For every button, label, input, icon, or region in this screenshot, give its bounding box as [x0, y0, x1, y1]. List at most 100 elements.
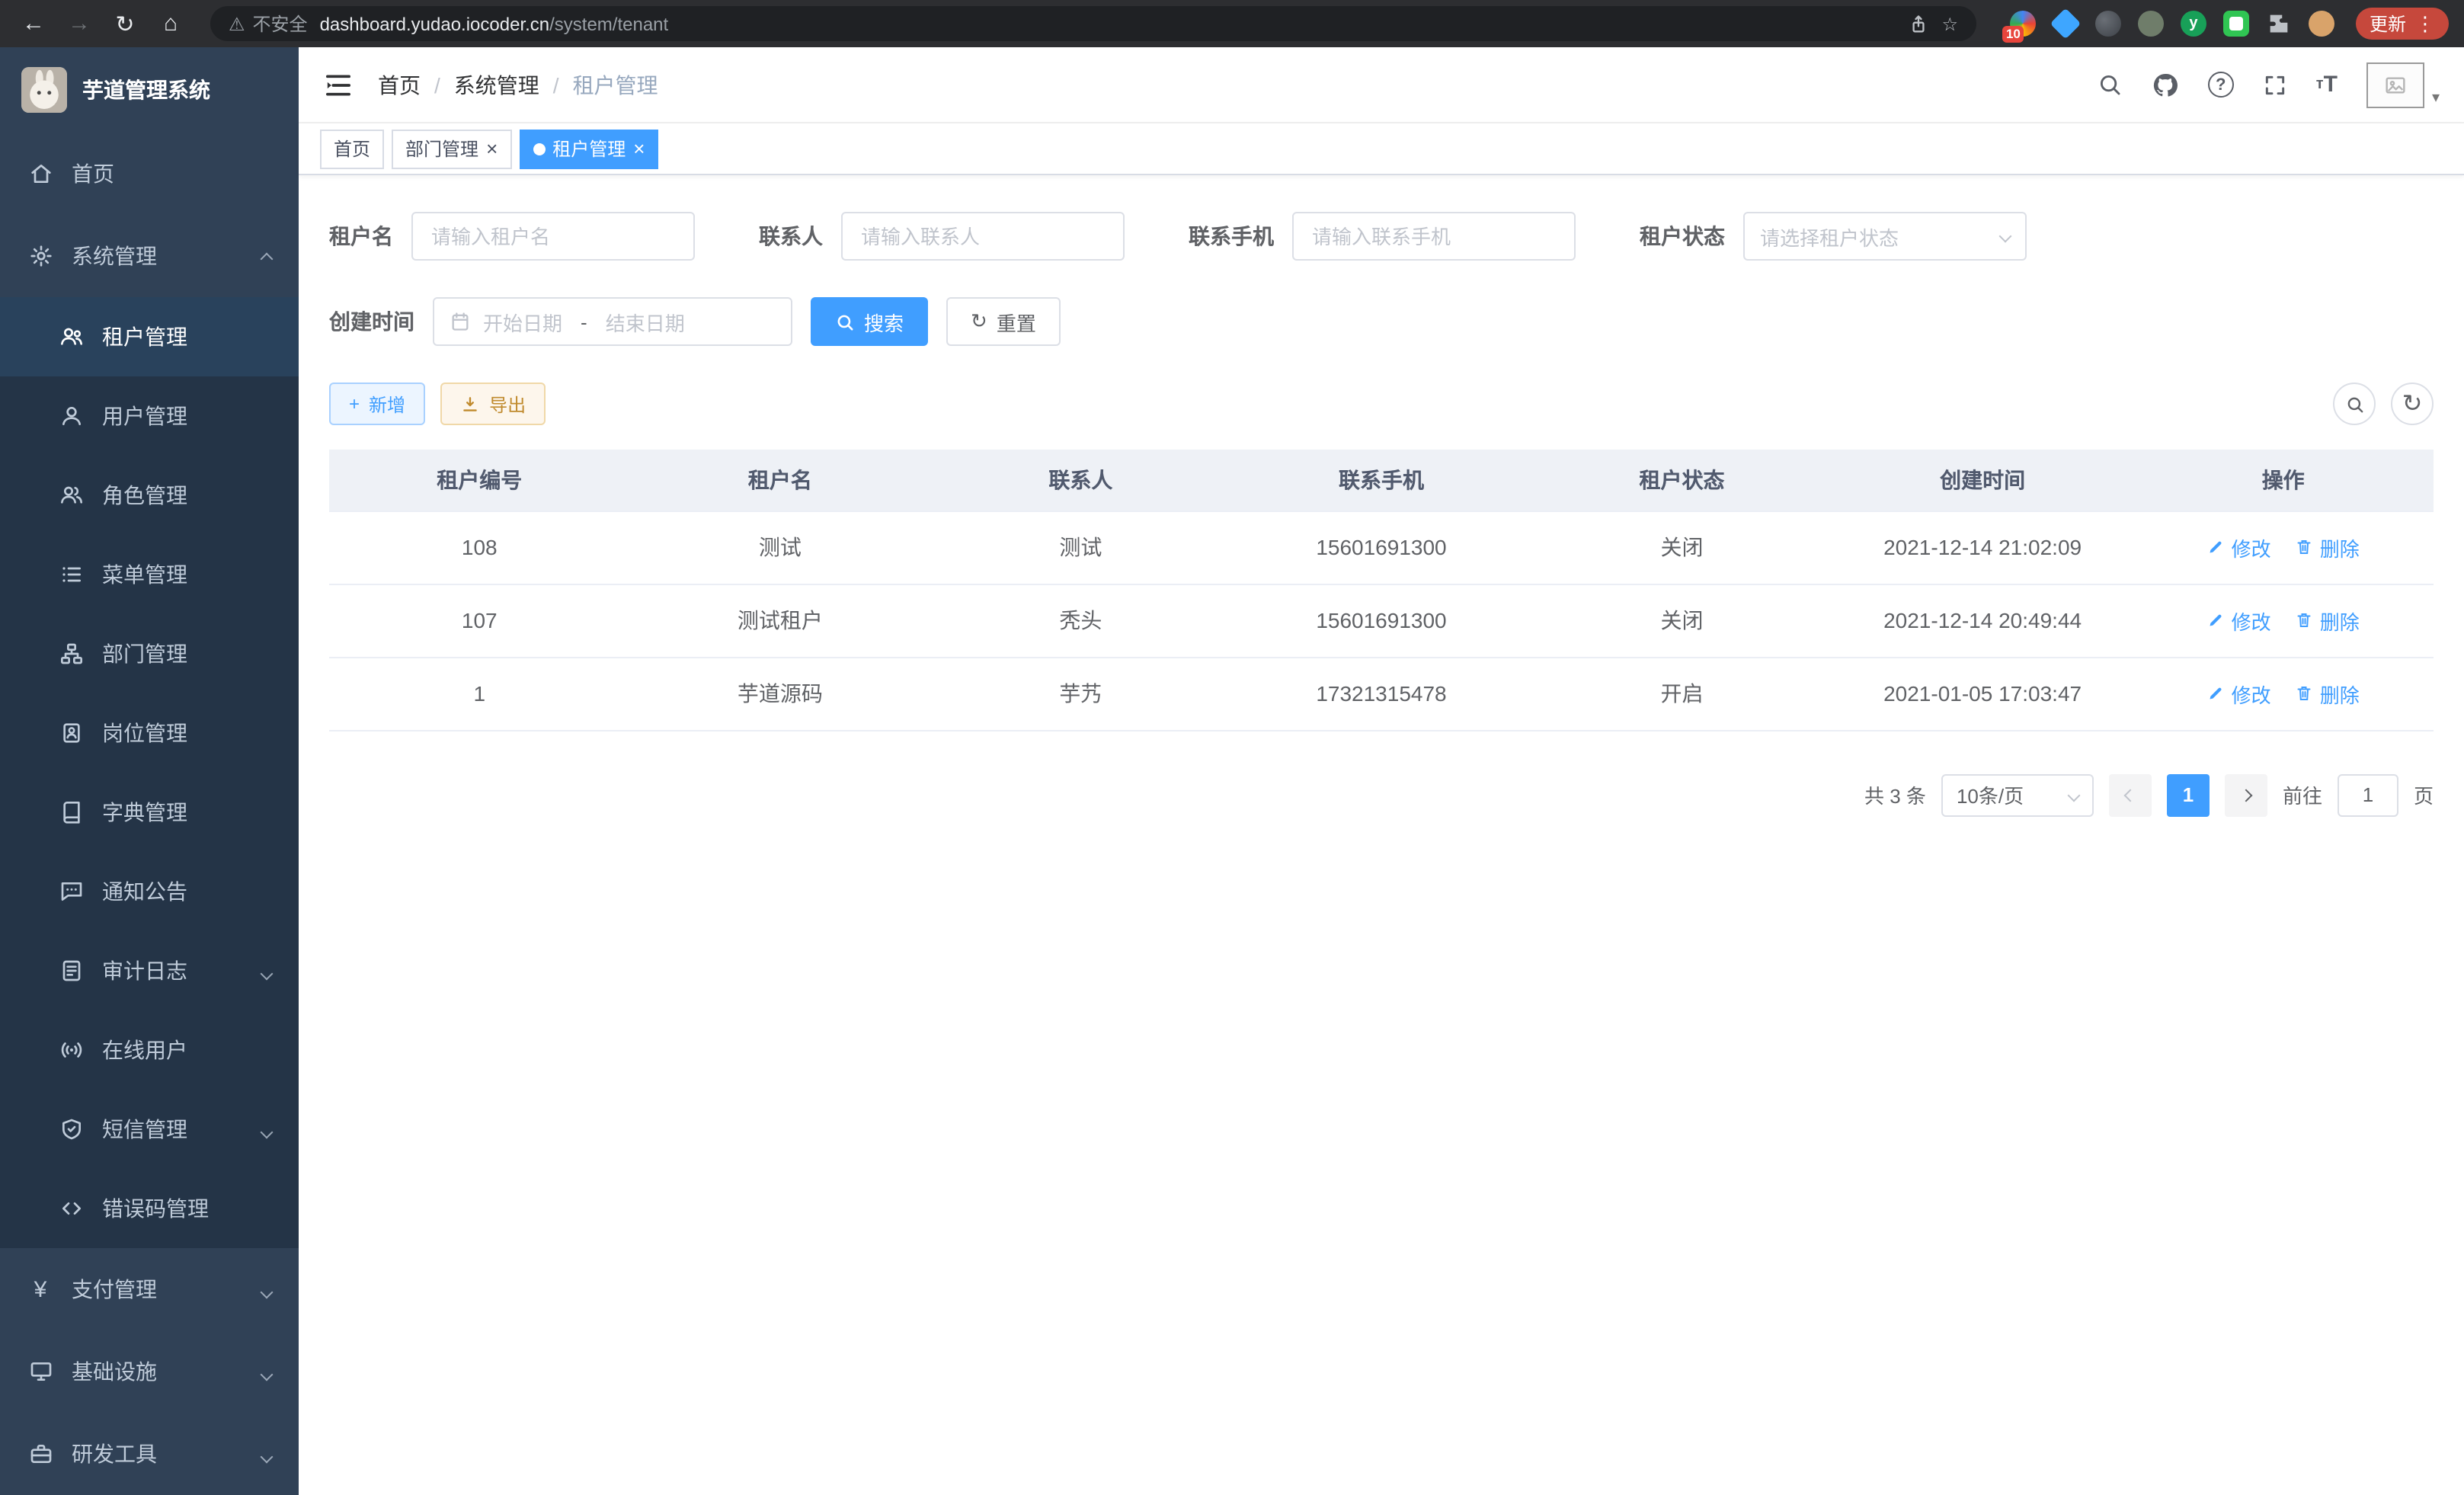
sidebar-item-devtools[interactable]: 研发工具 — [0, 1413, 299, 1495]
sidebar-item-posts[interactable]: 岗位管理 — [0, 693, 299, 773]
edit-link[interactable]: 修改 — [2207, 679, 2271, 708]
sidebar-item-error-codes[interactable]: 错误码管理 — [0, 1169, 299, 1248]
page-size-select[interactable]: 10条/页 — [1941, 773, 2094, 816]
update-label: 更新 — [2370, 11, 2406, 37]
contact-input[interactable] — [841, 212, 1125, 261]
dictionary-icon — [58, 799, 84, 825]
gear-icon — [27, 243, 53, 269]
main-panel: 首页 / 系统管理 / 租户管理 ? — [299, 47, 2464, 1495]
share-icon[interactable] — [1908, 13, 1929, 34]
cell-created: 2021-12-14 20:49:44 — [1832, 584, 2133, 657]
delete-link[interactable]: 删除 — [2296, 606, 2360, 635]
home-icon[interactable]: ⌂ — [152, 5, 189, 42]
delete-link[interactable]: 删除 — [2296, 533, 2360, 562]
field-label: 联系手机 — [1189, 221, 1274, 251]
sidebar-toggle-icon[interactable] — [323, 69, 354, 100]
github-icon[interactable] — [2152, 71, 2179, 98]
font-size-icon[interactable]: тT — [2316, 72, 2338, 98]
puzzle-icon[interactable] — [2266, 11, 2292, 37]
date-end-placeholder: 结束日期 — [606, 307, 685, 336]
tenant-name-input[interactable] — [411, 212, 695, 261]
edit-link[interactable]: 修改 — [2207, 533, 2271, 562]
phone-input[interactable] — [1292, 212, 1576, 261]
sidebar-logo-row[interactable]: 芋道管理系统 — [0, 47, 299, 133]
tenant-table: 租户编号 租户名 联系人 联系手机 租户状态 创建时间 操作 108 测试 — [329, 450, 2434, 731]
sidebar-item-payment[interactable]: ¥ 支付管理 — [0, 1248, 299, 1330]
sidebar-item-departments[interactable]: 部门管理 — [0, 614, 299, 693]
extension-icon-5[interactable]: y — [2181, 11, 2206, 37]
date-range-input[interactable]: 开始日期 - 结束日期 — [433, 297, 792, 346]
extension-icon-3[interactable] — [2095, 11, 2121, 37]
infrastructure-icon — [27, 1359, 53, 1385]
delete-link[interactable]: 删除 — [2296, 679, 2360, 708]
badge-icon — [58, 720, 84, 746]
app-logo — [21, 67, 67, 113]
extension-icon-2[interactable] — [2050, 8, 2082, 40]
close-icon[interactable]: × — [633, 139, 645, 158]
sidebar-item-infrastructure[interactable]: 基础设施 — [0, 1330, 299, 1413]
user-menu[interactable]: ▾ — [2366, 62, 2440, 107]
reload-icon[interactable]: ↻ — [107, 5, 143, 42]
next-page-button[interactable] — [2225, 773, 2267, 816]
search-button[interactable]: 搜索 — [811, 297, 928, 346]
sidebar-item-dictionary[interactable]: 字典管理 — [0, 773, 299, 852]
sidebar-item-label: 短信管理 — [102, 1114, 187, 1144]
sidebar-item-notices[interactable]: 通知公告 — [0, 852, 299, 931]
help-icon[interactable]: ? — [2208, 72, 2234, 98]
avatar[interactable] — [2366, 62, 2424, 107]
sidebar-item-system[interactable]: 系统管理 — [0, 215, 299, 297]
update-button[interactable]: 更新 ⋮ — [2356, 8, 2449, 40]
sidebar-item-online-users[interactable]: 在线用户 — [0, 1010, 299, 1090]
sidebar-item-roles[interactable]: 角色管理 — [0, 456, 299, 535]
extension-icon-6[interactable] — [2223, 11, 2249, 37]
extension-icon-1[interactable]: 10 — [2010, 11, 2036, 37]
column-header: 联系人 — [930, 450, 1231, 511]
cell-status: 关闭 — [1531, 511, 1832, 584]
extension-icon-4[interactable] — [2138, 11, 2164, 37]
reset-button[interactable]: ↻ 重置 — [946, 297, 1061, 346]
url-bar[interactable]: ⚠ 不安全 dashboard.yudao.iocoder.cn/system/… — [210, 6, 1976, 41]
sidebar-item-users[interactable]: 用户管理 — [0, 376, 299, 456]
breadcrumb-home[interactable]: 首页 — [378, 69, 421, 100]
status-select[interactable]: 请选择租户状态 — [1743, 212, 2027, 261]
breadcrumb: 首页 / 系统管理 / 租户管理 — [378, 69, 658, 100]
browser-profile-avatar[interactable] — [2309, 11, 2334, 37]
tab-tenant[interactable]: 租户管理 × — [519, 129, 658, 168]
export-button[interactable]: 导出 — [440, 383, 546, 425]
search-button-label: 搜索 — [864, 307, 904, 336]
sidebar-item-audit-log[interactable]: 审计日志 — [0, 931, 299, 1010]
add-button[interactable]: + 新增 — [329, 383, 425, 425]
sidebar-item-sms[interactable]: 短信管理 — [0, 1090, 299, 1169]
search-icon[interactable] — [2097, 72, 2123, 98]
kebab-menu-icon[interactable]: ⋮ — [2415, 11, 2435, 36]
refresh-table-button[interactable]: ↻ — [2391, 383, 2434, 425]
breadcrumb-system[interactable]: 系统管理 — [454, 69, 539, 100]
sidebar-item-tenant[interactable]: 租户管理 — [0, 297, 299, 376]
refresh-icon: ↻ — [971, 309, 987, 334]
sidebar-item-menus[interactable]: 菜单管理 — [0, 535, 299, 614]
chevron-down-icon — [2069, 790, 2078, 799]
fullscreen-icon[interactable] — [2263, 72, 2287, 97]
edit-link[interactable]: 修改 — [2207, 606, 2271, 635]
tab-departments[interactable]: 部门管理 × — [392, 129, 511, 168]
tab-home[interactable]: 首页 — [320, 129, 384, 168]
back-icon[interactable]: ← — [15, 5, 52, 42]
goto-page-input[interactable] — [2338, 773, 2398, 816]
filter-row-2: 创建时间 开始日期 - 结束日期 搜索 — [329, 297, 2434, 346]
prev-page-button[interactable] — [2109, 773, 2152, 816]
app-body: 芋道管理系统 首页 系统管理 租户管 — [0, 47, 2464, 1495]
sidebar-item-label: 字典管理 — [102, 797, 187, 828]
security-chip[interactable]: ⚠ 不安全 — [229, 11, 308, 37]
menu-list-icon — [58, 562, 84, 587]
sms-icon — [58, 1116, 84, 1142]
field-label: 租户状态 — [1640, 221, 1725, 251]
dropdown-caret-icon: ▾ — [2432, 89, 2440, 107]
star-icon[interactable]: ☆ — [1941, 13, 1958, 34]
sidebar-item-home[interactable]: 首页 — [0, 133, 299, 215]
hide-search-button[interactable] — [2333, 383, 2376, 425]
close-icon[interactable]: × — [486, 139, 498, 158]
field-label: 租户名 — [329, 221, 393, 251]
sidebar: 芋道管理系统 首页 系统管理 租户管 — [0, 47, 299, 1495]
forward-icon[interactable]: → — [61, 5, 98, 42]
page-number-button[interactable]: 1 — [2167, 773, 2210, 816]
